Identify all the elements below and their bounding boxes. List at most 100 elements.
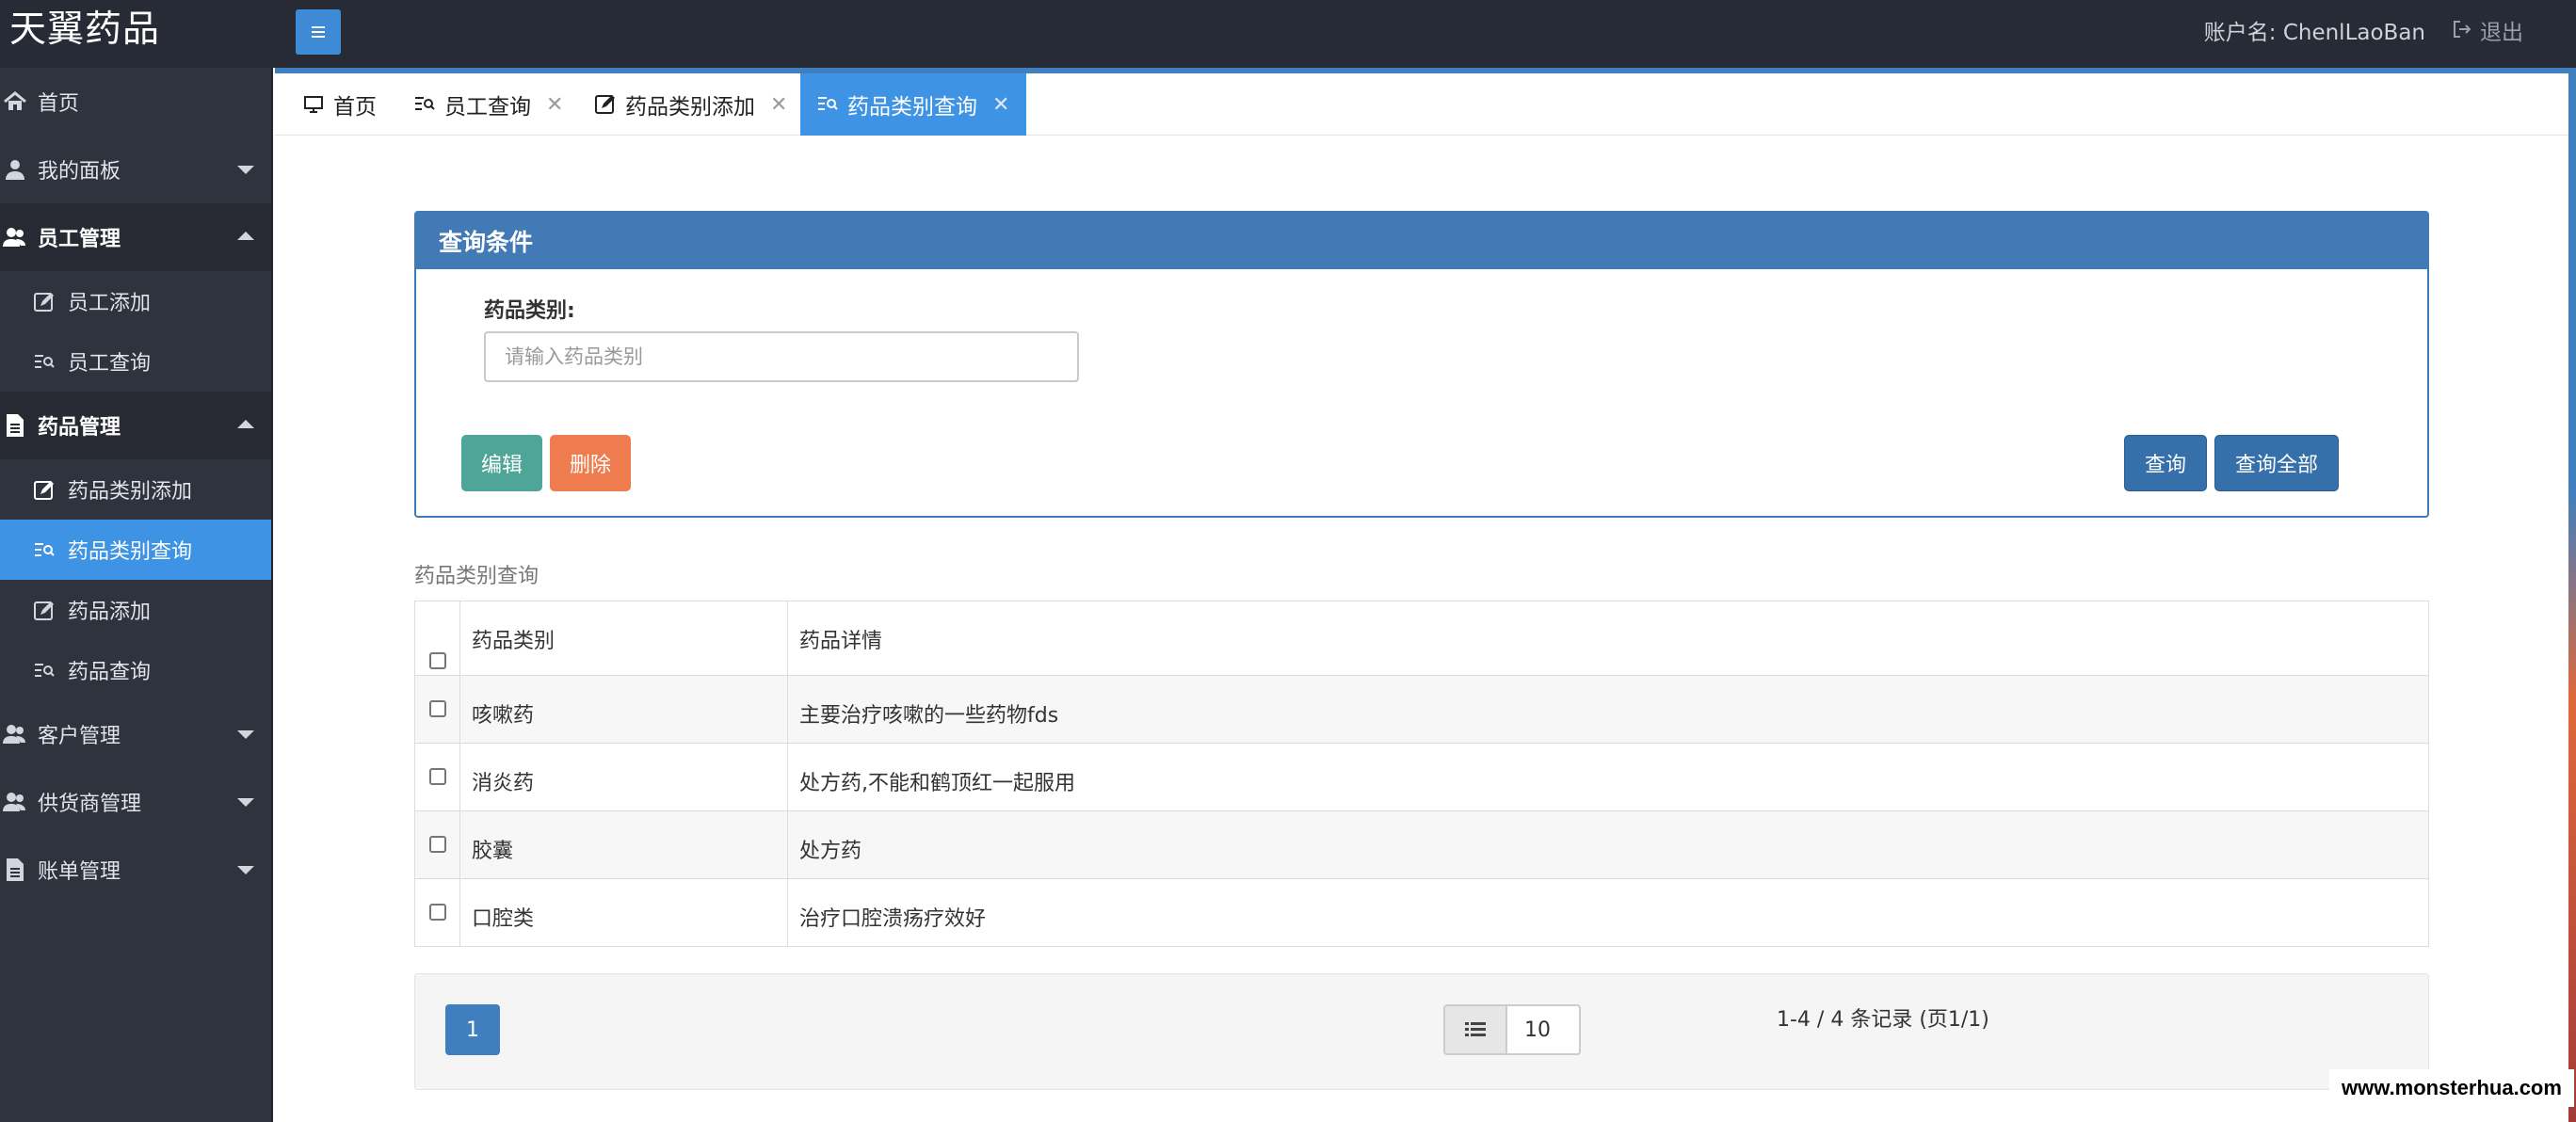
caret-down-icon (237, 866, 254, 874)
hamburger-icon (312, 26, 325, 38)
logout-icon (2452, 19, 2472, 47)
account-label: 账户名: (2203, 21, 2277, 45)
row-checkbox[interactable] (428, 904, 446, 921)
sidebar-item-label: 客户管理 (38, 725, 121, 748)
sidebar-item-staff-management[interactable]: 员工管理 (0, 203, 271, 271)
caret-down-icon (237, 798, 254, 807)
users-icon (2, 789, 28, 815)
caret-down-icon (237, 166, 254, 174)
sidebar-toggle-button[interactable] (296, 9, 341, 55)
sidebar-item-drug-management[interactable]: 药品管理 (0, 392, 271, 459)
sidebar-item-my-panel[interactable]: 我的面板 (0, 136, 271, 203)
tab-bar: 首页 员工查询 ✕ 药品类别添加 ✕ 药品类别查询 ✕ (275, 68, 2568, 136)
row-checkbox[interactable] (428, 836, 446, 853)
document-icon (2, 412, 28, 439)
caret-down-icon (237, 730, 254, 739)
account-info: 账户名: ChenlLaoBan (2204, 19, 2425, 47)
table-header-row: 药品类别 药品详情 (414, 601, 2429, 676)
table-caption: 药品类别查询 (414, 565, 539, 588)
sidebar: 首页 我的面板 员工管理 员工添加 员工查询 药品管理 药品类别添加 药品类别查… (0, 68, 273, 1122)
close-icon[interactable]: ✕ (770, 93, 787, 117)
table-row[interactable]: 消炎药 处方药,不能和鹤顶红一起服用 (414, 743, 2429, 811)
pagination-bar: 1 10 1-4 / 4 条记录 (页1/1) (414, 973, 2429, 1090)
sidebar-item-label: 供货商管理 (38, 793, 142, 816)
top-navbar: 天翼药品 账户名: ChenlLaoBan 退出 (0, 0, 2576, 68)
close-icon[interactable]: ✕ (992, 93, 1009, 117)
monitor-icon (301, 92, 326, 117)
results-table: 药品类别 药品详情 咳嗽药 主要治疗咳嗽的一些药物fds 消炎药 处方药,不能和… (414, 601, 2429, 947)
row-checkbox[interactable] (428, 768, 446, 785)
edit-icon (32, 599, 56, 623)
account-name: ChenlLaoBan (2282, 21, 2425, 45)
window-edge-strip (2568, 68, 2576, 1122)
sidebar-subitem-staff-query[interactable]: 员工查询 (0, 331, 271, 392)
tab-staff-query[interactable]: 员工查询 ✕ (412, 73, 563, 136)
sidebar-item-home[interactable]: 首页 (0, 68, 271, 136)
query-panel: 查询条件 药品类别: 编辑 删除 查询 查询全部 (414, 211, 2429, 518)
query-all-button[interactable]: 查询全部 (2214, 435, 2339, 491)
sidebar-subitem-staff-add[interactable]: 员工添加 (0, 271, 271, 331)
sidebar-item-customer-management[interactable]: 客户管理 (0, 700, 271, 768)
sidebar-item-label: 员工管理 (38, 228, 121, 251)
table-row[interactable]: 口腔类 治疗口腔溃疡疗效好 (414, 878, 2429, 947)
cell-category: 胶囊 (459, 810, 788, 879)
query-panel-title: 查询条件 (416, 213, 2427, 269)
tab-label: 药品类别添加 (625, 95, 755, 120)
edit-button[interactable]: 编辑 (461, 435, 542, 491)
query-button[interactable]: 查询 (2124, 435, 2207, 491)
logout-label: 退出 (2480, 21, 2523, 45)
close-icon[interactable]: ✕ (546, 93, 563, 117)
sidebar-item-supplier-management[interactable]: 供货商管理 (0, 768, 271, 836)
sidebar-subitem-label: 药品类别添加 (68, 480, 193, 504)
edit-icon (32, 290, 56, 314)
cell-detail: 治疗口腔溃疡疗效好 (787, 878, 2429, 947)
tab-label: 首页 (333, 95, 377, 120)
row-checkbox[interactable] (428, 700, 446, 717)
list-search-icon (815, 92, 840, 117)
select-all-checkbox[interactable] (428, 652, 446, 669)
page-number-button[interactable]: 1 (445, 1004, 500, 1055)
sidebar-subitem-drug-category-query[interactable]: 药品类别查询 (0, 520, 271, 580)
brand-logo-text: 天翼药品 (9, 8, 161, 51)
caret-up-icon (237, 420, 254, 428)
list-icon[interactable] (1443, 1004, 1505, 1055)
home-icon (2, 88, 28, 115)
tab-home[interactable]: 首页 (301, 73, 377, 136)
tab-drug-category-add[interactable]: 药品类别添加 ✕ (593, 73, 787, 136)
sidebar-subitem-label: 员工查询 (68, 352, 152, 376)
sidebar-subitem-drug-category-add[interactable]: 药品类别添加 (0, 459, 271, 520)
sidebar-item-label: 药品管理 (38, 416, 121, 440)
sidebar-subitem-label: 药品类别查询 (68, 540, 193, 564)
user-icon (2, 156, 28, 183)
logout-link[interactable]: 退出 (2452, 19, 2523, 47)
delete-button[interactable]: 删除 (550, 435, 631, 491)
sidebar-item-bill-management[interactable]: 账单管理 (0, 836, 271, 904)
sidebar-subitem-drug-add[interactable]: 药品添加 (0, 580, 271, 640)
drug-category-input[interactable] (484, 331, 1079, 382)
tab-drug-category-query[interactable]: 药品类别查询 ✕ (800, 73, 1027, 136)
edit-icon (593, 92, 618, 117)
document-icon (2, 857, 28, 883)
sidebar-item-label: 我的面板 (38, 160, 121, 184)
column-header-category[interactable]: 药品类别 (459, 601, 788, 676)
users-icon (2, 721, 28, 747)
table-row[interactable]: 胶囊 处方药 (414, 810, 2429, 879)
edit-icon (32, 478, 56, 503)
sidebar-item-label: 首页 (38, 92, 80, 116)
list-search-icon (32, 350, 56, 375)
sidebar-subitem-drug-query[interactable]: 药品查询 (0, 640, 271, 700)
tab-label: 药品类别查询 (847, 95, 977, 120)
list-search-icon (32, 538, 56, 563)
page-size-input[interactable]: 10 (1505, 1004, 1581, 1055)
caret-up-icon (237, 232, 254, 240)
column-header-detail[interactable]: 药品详情 (787, 601, 2429, 676)
sidebar-item-label: 账单管理 (38, 860, 121, 884)
row-select-cell (414, 675, 460, 744)
page-size-group: 10 (1443, 1004, 1581, 1055)
row-select-cell (414, 878, 460, 947)
row-select-cell (414, 810, 460, 879)
table-row[interactable]: 咳嗽药 主要治疗咳嗽的一些药物fds (414, 675, 2429, 744)
record-count-text: 1-4 / 4 条记录 (页1/1) (1777, 1008, 1989, 1032)
sidebar-subitem-label: 药品添加 (68, 601, 152, 624)
list-search-icon (32, 659, 56, 683)
